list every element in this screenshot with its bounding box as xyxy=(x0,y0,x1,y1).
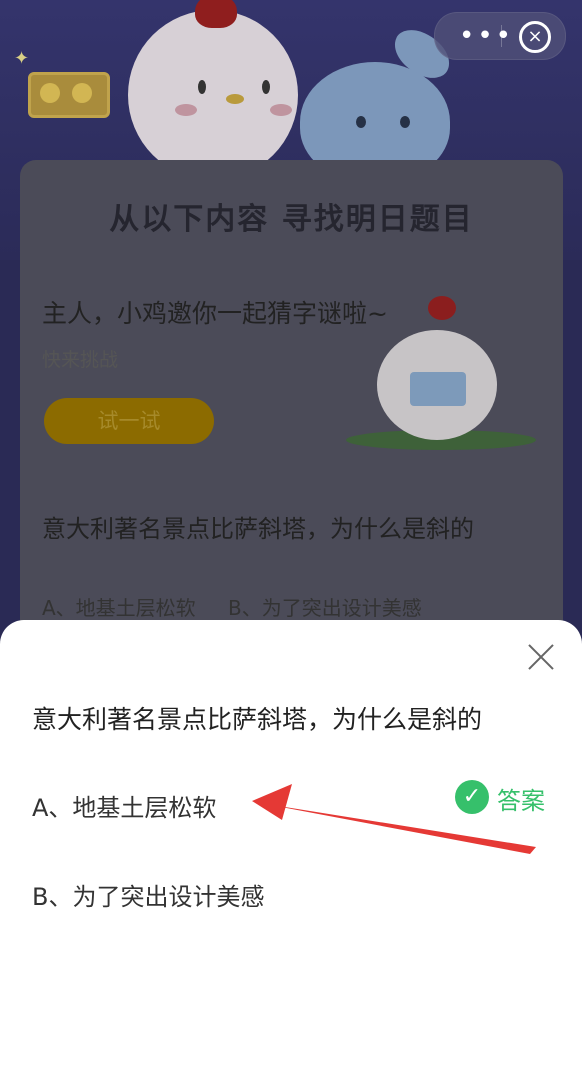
promo-title: 主人，小鸡邀你一起猜字谜啦~ xyxy=(42,299,388,328)
check-circle-icon: ✓ xyxy=(455,780,489,814)
sheet-question: 意大利著名景点比萨斜塔，为什么是斜的 xyxy=(32,705,483,734)
answer-label: 答案 xyxy=(497,787,545,815)
chick-beak xyxy=(226,94,244,104)
page-title: 从以下内容 寻找明日题目 xyxy=(109,202,474,237)
chick-cheek xyxy=(175,104,197,116)
sparkle-icon: ✦ xyxy=(14,48,30,69)
capsule-divider xyxy=(501,25,502,47)
background-options: A、地基土层松软 B、为了突出设计美感 xyxy=(42,592,422,621)
answer-bottom-sheet: 意大利著名景点比萨斜塔，为什么是斜的 A、地基土层松软 ✓ 答案 B、为了突出设… xyxy=(0,620,582,1080)
chick-cheek xyxy=(270,104,292,116)
mascot-eye xyxy=(400,116,410,128)
chick-comb xyxy=(195,0,237,28)
background-option-a: A、地基土层松软 xyxy=(42,596,196,620)
book-icon xyxy=(410,372,466,406)
chick-eye xyxy=(198,80,206,94)
chick-mascot xyxy=(128,10,298,180)
background-option-b: B、为了突出设计美感 xyxy=(228,596,422,620)
mascot-eye xyxy=(356,116,366,128)
close-icon[interactable] xyxy=(522,638,560,676)
chick-comb xyxy=(428,296,456,320)
more-icon[interactable]: ••• xyxy=(459,22,514,50)
medal-icon xyxy=(28,72,110,118)
try-button[interactable]: 试一试 xyxy=(44,398,214,444)
capsule-menu: ••• × xyxy=(434,12,566,60)
option-a[interactable]: A、地基土层松软 xyxy=(32,788,216,823)
background-question: 意大利著名景点比萨斜塔，为什么是斜的 xyxy=(42,515,474,543)
option-b[interactable]: B、为了突出设计美感 xyxy=(32,877,264,912)
chick-eye xyxy=(262,80,270,94)
close-icon[interactable]: × xyxy=(519,21,551,53)
promo-subtitle: 快来挑战 xyxy=(42,349,119,371)
